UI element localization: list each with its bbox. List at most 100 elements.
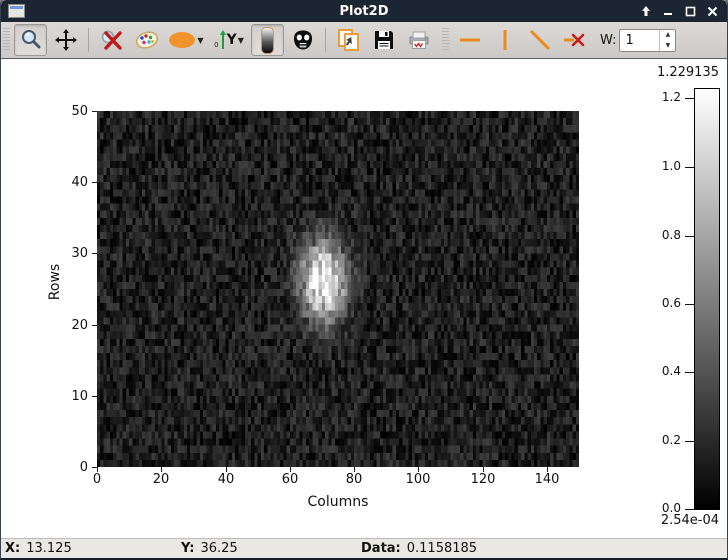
cursor-data-readout: Data: 0.1158185 bbox=[361, 541, 477, 556]
minimize-button[interactable] bbox=[659, 2, 677, 20]
colorbar-tick-mark bbox=[685, 98, 694, 99]
chevron-down-icon: ▼ bbox=[238, 36, 244, 45]
colorbar-max-label: 1.229135 bbox=[621, 65, 719, 80]
reset-zoom-button[interactable] bbox=[95, 24, 128, 56]
x-axis-title: Columns bbox=[238, 494, 438, 510]
maximize-icon bbox=[685, 6, 696, 17]
chevron-down-icon: ▼ bbox=[197, 36, 203, 45]
y-tick-label: 40 bbox=[58, 175, 88, 190]
colorbar-tick-mark bbox=[685, 509, 694, 510]
magnifier-icon bbox=[19, 28, 43, 52]
x-tick-label: 40 bbox=[206, 472, 246, 487]
y-axis-title: Rows bbox=[47, 252, 63, 312]
pan-arrows-icon bbox=[54, 28, 78, 52]
heatmap-image[interactable] bbox=[97, 111, 579, 467]
colormap-quick-button[interactable]: ▼ bbox=[165, 24, 207, 56]
colorbar-tick-mark bbox=[685, 236, 694, 237]
cursor-data-value: 0.1158185 bbox=[407, 541, 477, 556]
spinner-buttons: ▲ ▼ bbox=[659, 30, 675, 51]
horizontal-line-icon bbox=[457, 28, 483, 52]
colorbar-tick-label: 0.8 bbox=[647, 228, 681, 242]
vertical-profile-button[interactable] bbox=[488, 24, 521, 56]
colorbar-tick-mark bbox=[685, 167, 694, 168]
cursor-x-label: X: bbox=[5, 541, 20, 556]
close-icon bbox=[707, 6, 718, 17]
free-line-profile-button[interactable] bbox=[523, 24, 556, 56]
zoom-reset-icon bbox=[99, 28, 125, 52]
cursor-y-readout: Y: 36.25 bbox=[181, 541, 361, 556]
cursor-y-value: 36.25 bbox=[200, 541, 237, 556]
toolbar-grip[interactable] bbox=[442, 28, 449, 52]
y-tick-mark bbox=[92, 396, 97, 397]
colorbar-min-label: 2.54e-04 bbox=[621, 513, 719, 528]
horizontal-profile-button[interactable] bbox=[453, 24, 486, 56]
cursor-data-label: Data: bbox=[361, 541, 401, 556]
colorbar-icon bbox=[261, 27, 274, 54]
window-title: Plot2D bbox=[1, 4, 727, 19]
vertical-line-icon bbox=[493, 27, 517, 53]
zoom-mode-button[interactable] bbox=[14, 24, 47, 56]
profile-width-value: 1 bbox=[620, 33, 659, 48]
save-icon bbox=[372, 28, 396, 52]
clear-profile-button[interactable] bbox=[558, 24, 591, 56]
colorbar-tick-mark bbox=[685, 372, 694, 373]
copy-icon bbox=[336, 27, 362, 53]
colorbar-gradient[interactable] bbox=[694, 88, 720, 510]
print-button[interactable] bbox=[402, 24, 435, 56]
mask-icon bbox=[291, 28, 315, 52]
printer-icon bbox=[406, 28, 432, 52]
y-tick-label: 10 bbox=[58, 389, 88, 404]
shade-button[interactable] bbox=[637, 2, 655, 20]
title-bar: Plot2D bbox=[1, 0, 727, 22]
spin-down-button[interactable]: ▼ bbox=[660, 40, 675, 51]
diagonal-line-icon bbox=[528, 28, 552, 52]
colorbar-toggle-button[interactable] bbox=[251, 24, 284, 56]
up-arrow-icon bbox=[640, 5, 652, 17]
toolbar: ▼ 0 Y ▼ bbox=[1, 22, 727, 59]
colorbar-tick-mark bbox=[685, 304, 694, 305]
x-tick-label: 100 bbox=[398, 472, 438, 487]
toolbar-separator bbox=[325, 28, 326, 52]
y-tick-mark bbox=[92, 182, 97, 183]
x-tick-label: 0 bbox=[77, 472, 117, 487]
x-tick-label: 80 bbox=[334, 472, 374, 487]
y-tick-mark bbox=[92, 325, 97, 326]
minimize-icon bbox=[663, 6, 673, 16]
status-bar: X: 13.125 Y: 36.25 Data: 0.1158185 bbox=[1, 538, 727, 558]
copy-button[interactable] bbox=[332, 24, 365, 56]
palette-icon bbox=[134, 28, 160, 52]
cursor-y-label: Y: bbox=[181, 541, 194, 556]
spin-up-button[interactable]: ▲ bbox=[660, 30, 675, 41]
colormap-dialog-button[interactable] bbox=[130, 24, 163, 56]
colorbar-tick-label: 1.0 bbox=[647, 159, 681, 173]
y-tick-label: 20 bbox=[58, 318, 88, 333]
cursor-x-value: 13.125 bbox=[26, 541, 72, 556]
maximize-button[interactable] bbox=[681, 2, 699, 20]
close-button[interactable] bbox=[703, 2, 721, 20]
cursor-x-readout: X: 13.125 bbox=[5, 541, 181, 556]
pan-mode-button[interactable] bbox=[49, 24, 82, 56]
profile-width-label: W: bbox=[600, 33, 616, 48]
plot2d-window: Plot2D bbox=[0, 0, 728, 560]
y-axis-orientation-button[interactable]: 0 Y ▼ bbox=[209, 24, 249, 56]
save-button[interactable] bbox=[367, 24, 400, 56]
profile-width-spinbox[interactable]: 1 ▲ ▼ bbox=[619, 29, 676, 52]
x-tick-label: 60 bbox=[270, 472, 310, 487]
y-axis-up-icon bbox=[219, 30, 227, 50]
x-tick-label: 20 bbox=[141, 472, 181, 487]
window-controls bbox=[637, 0, 721, 22]
colorbar-tick-label: 0.6 bbox=[647, 296, 681, 310]
clear-profile-icon bbox=[562, 28, 588, 52]
toolbar-separator bbox=[88, 28, 89, 52]
y-tick-mark bbox=[92, 111, 97, 112]
colorbar-tick-label: 1.2 bbox=[647, 90, 681, 104]
x-tick-label: 120 bbox=[463, 472, 503, 487]
mask-tools-button[interactable] bbox=[286, 24, 319, 56]
colorbar-tick-label: 0.2 bbox=[647, 433, 681, 447]
x-tick-label: 140 bbox=[527, 472, 567, 487]
y-axis-letter: Y bbox=[227, 32, 237, 48]
orange-ellipse-icon bbox=[168, 31, 196, 49]
y-tick-mark bbox=[92, 253, 97, 254]
y-tick-label: 50 bbox=[58, 104, 88, 119]
toolbar-grip[interactable] bbox=[3, 28, 10, 52]
